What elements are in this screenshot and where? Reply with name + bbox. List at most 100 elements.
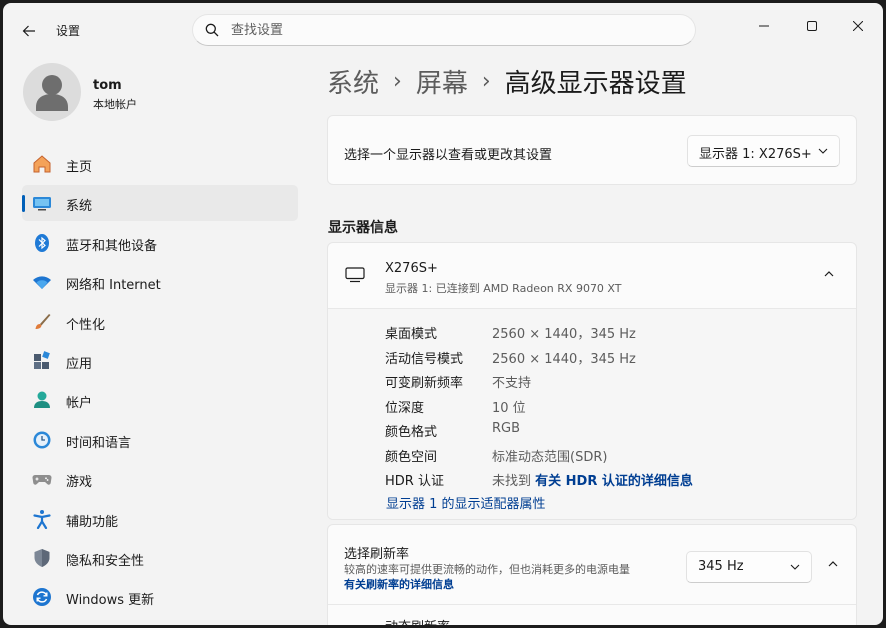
- sidebar-item-system[interactable]: 系统: [22, 185, 298, 222]
- search-icon: [205, 23, 219, 37]
- back-button[interactable]: [15, 17, 43, 45]
- sidebar-item-privacy[interactable]: 隐私和安全性: [22, 540, 298, 576]
- sidebar-item-time-language[interactable]: 时间和语言: [22, 422, 298, 458]
- settings-window: 设置 tom 本地帐户 主页: [3, 3, 883, 625]
- page-title: 高级显示器设置: [504, 68, 687, 99]
- breadcrumb-display[interactable]: 屏幕: [416, 63, 468, 100]
- close-button[interactable]: [835, 11, 881, 41]
- hdr-details-link[interactable]: 有关 HDR 认证的详细信息: [535, 474, 693, 489]
- app-title: 设置: [56, 24, 81, 38]
- refresh-rate-description: 较高的速率可提供更流畅的动作，但也消耗更多的电源电量: [344, 563, 630, 576]
- refresh-rate-dropdown[interactable]: 345 Hz: [686, 551, 812, 583]
- sidebar-item-gaming[interactable]: 游戏: [22, 461, 298, 497]
- display-info-header[interactable]: X276S+ 显示器 1: 已连接到 AMD Radeon RX 9070 XT: [328, 243, 856, 309]
- display-info-card: X276S+ 显示器 1: 已连接到 AMD Radeon RX 9070 XT…: [327, 242, 857, 520]
- section-title-display-info: 显示器信息: [328, 220, 398, 236]
- chevron-up-icon[interactable]: [827, 558, 839, 570]
- shield-icon: [32, 548, 52, 568]
- refresh-rate-details-link[interactable]: 有关刷新率的详细信息: [344, 576, 454, 592]
- display-select-card: 选择一个显示器以查看或更改其设置 显示器 1: X276S+: [327, 115, 857, 185]
- refresh-rate-card: 选择刷新率 较高的速率可提供更流畅的动作，但也消耗更多的电源电量 有关刷新率的详…: [327, 524, 857, 625]
- info-value: RGB: [492, 421, 521, 436]
- sidebar-item-windows-update[interactable]: Windows 更新: [22, 579, 298, 615]
- info-value: 不支持: [492, 376, 532, 391]
- breadcrumb-separator: ›: [393, 68, 402, 94]
- maximize-button[interactable]: [789, 11, 835, 41]
- display-select-value: 显示器 1: X276S+: [699, 147, 812, 162]
- sidebar-item-home[interactable]: 主页: [22, 146, 298, 182]
- update-icon: [32, 587, 52, 607]
- breadcrumb-system[interactable]: 系统: [327, 63, 379, 100]
- sidebar-item-label: 隐私和安全性: [66, 553, 145, 569]
- info-key: 颜色格式: [385, 425, 438, 440]
- close-icon: [853, 21, 863, 31]
- sidebar-item-label: 游戏: [66, 475, 93, 491]
- breadcrumb-separator: ›: [481, 68, 491, 94]
- minimize-icon: [759, 25, 769, 27]
- sidebar-item-label: 应用: [66, 356, 93, 372]
- sidebar-item-label: 系统: [66, 199, 93, 215]
- info-key: HDR 认证: [385, 474, 444, 489]
- info-key: 颜色空间: [385, 449, 438, 465]
- gamepad-icon: [32, 469, 52, 489]
- search-input[interactable]: [231, 20, 671, 40]
- sidebar-item-label: 个性化: [66, 317, 106, 333]
- home-icon: [32, 154, 52, 174]
- title-bar: 设置: [3, 3, 883, 53]
- sidebar-nav: 主页 系统 蓝牙和其他设备 网络和 Internet 个性化 应用 帐户 时间和…: [22, 146, 298, 619]
- refresh-rate-value: 345 Hz: [698, 559, 744, 574]
- maximize-icon: [807, 21, 817, 31]
- adapter-properties-link[interactable]: 显示器 1 的显示适配器属性: [386, 493, 546, 512]
- apps-icon: [32, 351, 52, 371]
- sidebar-item-accounts[interactable]: 帐户: [22, 382, 298, 418]
- display-select-dropdown[interactable]: 显示器 1: X276S+: [687, 135, 840, 167]
- info-key: 桌面模式: [385, 327, 438, 342]
- display-select-label: 选择一个显示器以查看或更改其设置: [344, 148, 553, 163]
- user-account-type: 本地帐户: [93, 98, 137, 111]
- avatar[interactable]: [23, 63, 81, 121]
- back-arrow-icon: [22, 25, 35, 37]
- wifi-icon: [32, 272, 52, 292]
- sidebar-item-bluetooth[interactable]: 蓝牙和其他设备: [22, 225, 298, 261]
- hdr-status: 未找到: [492, 474, 532, 489]
- chevron-down-icon: [818, 148, 828, 154]
- info-key: 活动信号模式: [385, 351, 464, 367]
- accessibility-icon: [32, 509, 52, 529]
- chevron-down-icon: [790, 564, 800, 570]
- sidebar-item-label: 辅助功能: [66, 514, 119, 530]
- sidebar-item-label: 主页: [66, 160, 93, 175]
- account-icon: [32, 390, 52, 410]
- monitor-subtitle: 显示器 1: 已连接到 AMD Radeon RX 9070 XT: [385, 282, 622, 295]
- info-value: 10 位: [492, 400, 526, 416]
- user-name: tom: [93, 78, 122, 93]
- sidebar-item-personalization[interactable]: 个性化: [22, 304, 298, 340]
- sidebar-item-label: 网络和 Internet: [66, 278, 161, 294]
- monitor-icon: [345, 267, 365, 283]
- sidebar-item-apps[interactable]: 应用: [22, 343, 298, 379]
- divider: [328, 604, 856, 605]
- time-language-icon: [32, 430, 52, 450]
- display-info-details: 桌面模式 2560 × 1440，345 Hz 活动信号模式 2560 × 14…: [328, 309, 856, 519]
- chevron-up-icon[interactable]: [823, 268, 835, 280]
- system-display-icon: [32, 193, 52, 213]
- refresh-rate-title: 选择刷新率: [344, 547, 410, 562]
- sidebar-item-network[interactable]: 网络和 Internet: [22, 264, 298, 300]
- info-value: 未找到 有关 HDR 认证的详细信息: [492, 470, 693, 489]
- info-key: 位深度: [385, 400, 425, 416]
- user-avatar-icon: [36, 75, 68, 111]
- info-key: 可变刷新频率: [385, 376, 464, 391]
- info-value: 2560 × 1440，345 Hz: [492, 351, 636, 367]
- brush-icon: [32, 312, 52, 332]
- sidebar-item-label: Windows 更新: [66, 593, 155, 609]
- sidebar-item-accessibility[interactable]: 辅助功能: [22, 501, 298, 537]
- breadcrumb: 系统 › 屏幕 › 高级显示器设置: [327, 61, 687, 101]
- minimize-button[interactable]: [741, 11, 787, 41]
- monitor-name: X276S+: [385, 261, 438, 276]
- info-value: 2560 × 1440，345 Hz: [492, 327, 636, 342]
- info-value: 标准动态范围(SDR): [492, 449, 608, 465]
- sidebar-item-label: 帐户: [66, 396, 93, 412]
- bluetooth-icon: [32, 233, 52, 253]
- search-box[interactable]: [192, 14, 696, 46]
- sidebar-item-label: 时间和语言: [66, 435, 132, 451]
- sidebar-item-label: 蓝牙和其他设备: [66, 238, 158, 254]
